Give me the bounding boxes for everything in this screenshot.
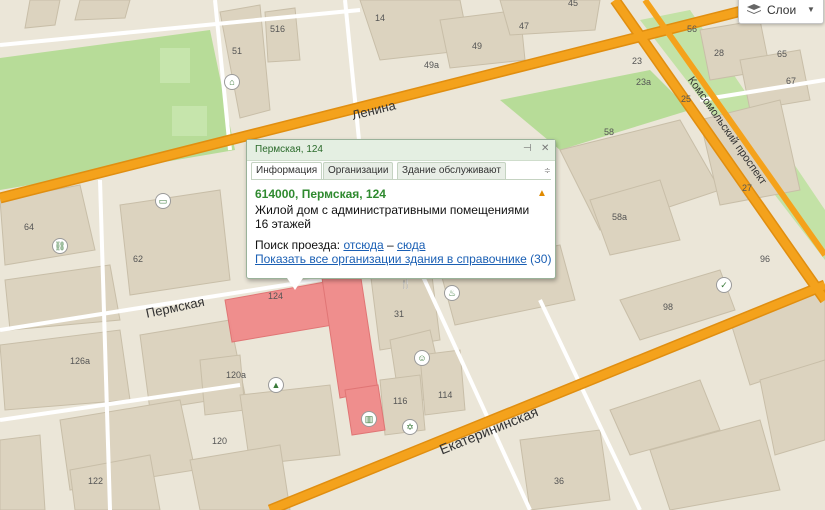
chevron-down-icon: ▼ <box>807 5 815 14</box>
route-label: Поиск проезда: <box>255 238 341 252</box>
park-square <box>160 48 190 83</box>
house-number: 23 <box>632 56 643 66</box>
tab-info[interactable]: Информация <box>251 162 323 180</box>
balloon-tail <box>287 278 303 290</box>
building <box>519 429 611 510</box>
building <box>24 0 61 29</box>
building <box>189 444 291 510</box>
museum-icon[interactable]: ⌂ <box>224 74 240 90</box>
orgs-row: Показать все организации здания в справо… <box>255 252 551 266</box>
fork-knife-icon[interactable]: 🍴 <box>399 277 413 291</box>
minor-street <box>343 0 362 151</box>
layers-button[interactable]: Слои ▼ <box>738 0 824 24</box>
building-floors: 16 этажей <box>255 217 311 231</box>
house-number: 27 <box>742 183 753 193</box>
route-dash: – <box>386 238 394 252</box>
orgs-count: (30) <box>530 252 552 266</box>
highlighted-building[interactable] <box>321 271 379 399</box>
house-number: 45 <box>568 0 579 8</box>
house-number: 120 <box>212 436 228 446</box>
house-number: 47 <box>519 21 530 31</box>
route-to-link[interactable]: сюда <box>397 238 425 252</box>
house-number: 124 <box>268 291 284 301</box>
park-square <box>172 106 207 136</box>
house-number: 126a <box>70 356 91 366</box>
building <box>119 189 231 296</box>
house-number: 58 <box>604 127 615 137</box>
house-number: 98 <box>663 302 674 312</box>
tabs-menu-icon[interactable]: ≑ <box>544 166 551 175</box>
layers-icon <box>747 4 761 14</box>
house-number: 58a <box>612 212 628 222</box>
bus-stop-icon[interactable]: ▭ <box>155 193 171 209</box>
house-number: 114 <box>438 390 453 400</box>
house-number: 96 <box>760 254 771 264</box>
balloon-title: Пермская, 124 <box>255 144 323 155</box>
house-number: 14 <box>375 13 386 23</box>
house-number: 36 <box>554 476 565 486</box>
check-icon[interactable]: ✓ <box>716 277 732 293</box>
warning-icon[interactable]: ▲ <box>537 188 547 199</box>
church-icon[interactable]: ▲ <box>268 377 284 393</box>
building <box>0 329 131 411</box>
house-number: 49 <box>472 41 483 51</box>
bank-icon[interactable]: ▥ <box>361 411 377 427</box>
house-number: 64 <box>24 222 35 232</box>
house-number: 67 <box>786 76 797 86</box>
link-icon[interactable]: ⛓ <box>52 238 68 254</box>
house-number: 122 <box>88 476 104 486</box>
house-number: 49a <box>424 60 440 70</box>
tabs-divider <box>251 179 551 180</box>
info-balloon[interactable]: Пермская, 124 ⊣ ✕ Информация Организации… <box>246 139 556 290</box>
building-description: Жилой дом с административными помещениям… <box>255 203 530 217</box>
house-number: 28 <box>714 48 725 58</box>
house-number: 116 <box>393 396 408 406</box>
tab-building-services[interactable]: Здание обслуживают <box>397 162 506 180</box>
route-search: Поиск проезда: отсюда – сюда <box>255 238 425 252</box>
balloon-address: 614000, Пермская, 124 <box>255 187 386 201</box>
house-number: 65 <box>777 49 788 59</box>
house-number: 51 <box>232 46 243 56</box>
highlighted-building[interactable] <box>344 384 386 436</box>
building <box>0 434 46 510</box>
house-number: 56 <box>687 24 698 34</box>
house-number: 31 <box>394 309 405 319</box>
star-icon[interactable]: ✡ <box>402 419 418 435</box>
person-icon[interactable]: ☺ <box>414 350 430 366</box>
route-from-link[interactable]: отсюда <box>343 238 383 252</box>
building <box>499 0 601 36</box>
house-number: 120a <box>226 370 247 380</box>
show-orgs-link[interactable]: Показать все организации здания в справо… <box>255 252 527 266</box>
balloon-header: Пермская, 124 ⊣ ✕ <box>247 140 555 161</box>
house-number: 23a <box>636 77 652 87</box>
food-icon[interactable]: ♨ <box>444 285 460 301</box>
layers-label: Слои <box>767 3 797 17</box>
house-number: 25 <box>681 94 692 104</box>
close-icon[interactable]: ✕ <box>541 143 549 154</box>
building <box>74 0 131 21</box>
house-number: 516 <box>270 24 286 34</box>
pin-icon[interactable]: ⊣ <box>523 143 532 154</box>
tab-organizations[interactable]: Организации <box>323 162 394 180</box>
house-number: 62 <box>133 254 144 264</box>
